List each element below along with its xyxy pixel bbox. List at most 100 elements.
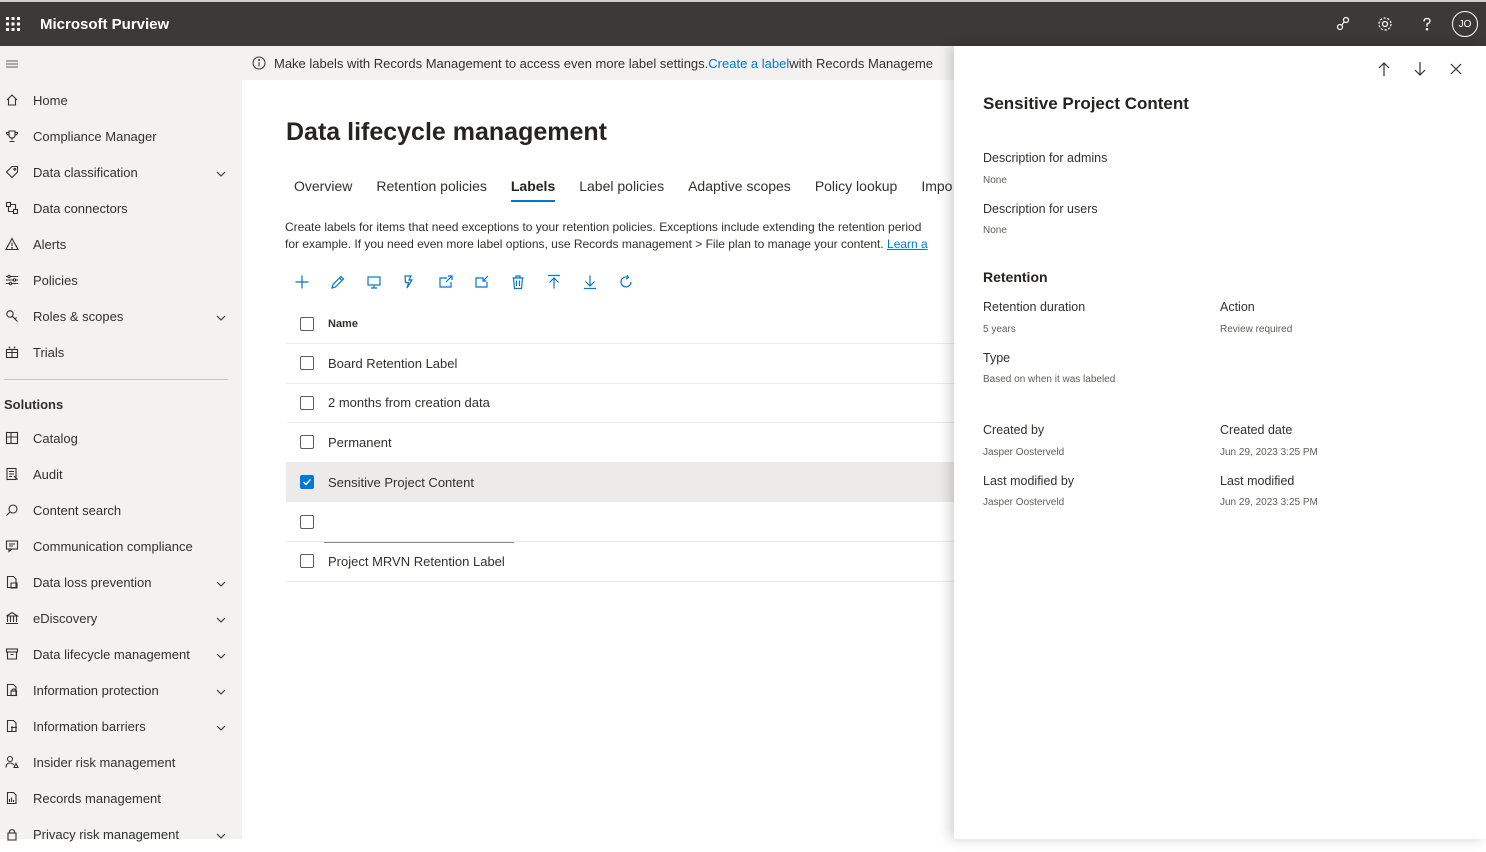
sidebar-item-audit[interactable]: Audit (0, 456, 242, 492)
row-checkbox[interactable] (300, 554, 314, 569)
description-line-2: for example. If you need even more label… (285, 237, 888, 251)
tab-retention-policies[interactable]: Retention policies (368, 174, 495, 202)
add-icon[interactable] (294, 272, 330, 292)
label-name[interactable]: Permanent (328, 435, 392, 450)
chevron-down-icon[interactable] (216, 829, 226, 839)
tab-impo[interactable]: Impo (913, 174, 954, 202)
sidebar-item-label: Privacy risk management (33, 826, 179, 842)
upload-icon[interactable] (546, 272, 582, 292)
page-title: Data lifecycle management (286, 118, 607, 146)
tab-adaptive-scopes[interactable]: Adaptive scopes (680, 174, 799, 202)
edit-icon[interactable] (330, 272, 366, 292)
sidebar-item-catalog[interactable]: Catalog (0, 420, 242, 456)
select-all-checkbox[interactable] (300, 316, 314, 331)
tab-policy-lookup[interactable]: Policy lookup (807, 174, 906, 202)
table-row[interactable]: Permanent (286, 423, 954, 463)
user-avatar[interactable]: JO (1452, 11, 1478, 37)
help-icon[interactable] (1406, 2, 1448, 46)
top-bar: Microsoft Purview JO (0, 0, 1486, 46)
created-date-label: Created date (1220, 423, 1293, 437)
sidebar-item-label: Records management (33, 790, 161, 806)
sidebar-item-compliance-manager[interactable]: Compliance Manager (0, 118, 242, 154)
tab-label-policies[interactable]: Label policies (571, 174, 672, 202)
created-date-value: Jun 29, 2023 3:25 PM (1220, 447, 1318, 458)
labels-table: Name Board Retention Label 2 months from c… (286, 304, 954, 582)
chevron-down-icon[interactable] (216, 649, 226, 659)
table-row[interactable]: Project MRVN Retention Label (286, 542, 954, 582)
table-row[interactable]: 2 months from creation data (286, 384, 954, 424)
modified-date-label: Last modified (1220, 474, 1295, 488)
table-row[interactable]: Sensitive Project Content (286, 462, 954, 503)
sidebar-item-ediscovery[interactable]: eDiscovery (0, 600, 242, 636)
table-row[interactable]: Board Retention Label (286, 344, 954, 384)
sidebar-item-label: Information protection (33, 682, 159, 698)
sidebar-item-policies[interactable]: Policies (0, 262, 242, 298)
chevron-down-icon[interactable] (216, 167, 226, 177)
retention-duration-label: Retention duration (983, 300, 1086, 314)
chevron-down-icon[interactable] (216, 311, 226, 321)
row-checkbox[interactable] (300, 395, 314, 410)
share-icon[interactable] (1322, 2, 1364, 46)
row-checkbox[interactable] (300, 356, 314, 371)
app-launcher-icon[interactable] (2, 13, 24, 35)
sidebar-item-label: Data loss prevention (33, 574, 152, 590)
sidebar-item-records-management[interactable]: Records management (0, 780, 242, 816)
sidebar-item-data-loss-prevention[interactable]: Data loss prevention (0, 564, 242, 600)
desc-users-value: None (983, 225, 1007, 236)
main-content: Make labels with Records Management to a… (242, 46, 954, 839)
export-icon[interactable] (438, 272, 474, 292)
tab-overview[interactable]: Overview (286, 174, 360, 202)
label-name[interactable]: Project MRVN Retention Label (328, 554, 505, 569)
refresh-icon[interactable] (618, 272, 654, 292)
desc-admins-label: Description for admins (983, 151, 1108, 165)
sidebar-item-data-classification[interactable]: Data classification (0, 154, 242, 190)
sidebar-item-content-search[interactable]: Content search (0, 492, 242, 528)
table-row[interactable] (286, 502, 954, 543)
sidebar-item-data-lifecycle-management[interactable]: Data lifecycle management (0, 636, 242, 672)
chevron-down-icon[interactable] (216, 577, 226, 587)
sidebar-item-insider-risk-management[interactable]: Insider risk management (0, 744, 242, 780)
sidebar-item-communication-compliance[interactable]: Communication compliance (0, 528, 242, 564)
table-header-row: Name (286, 304, 954, 344)
trophy-icon (4, 128, 20, 144)
sidebar-item-trials[interactable]: Trials (0, 334, 242, 370)
sidebar-item-alerts[interactable]: Alerts (0, 226, 242, 262)
label-name[interactable]: Board Retention Label (328, 356, 457, 371)
sidebar-item-information-barriers[interactable]: Information barriers (0, 708, 242, 744)
chevron-down-icon[interactable] (216, 721, 226, 731)
hamburger-icon[interactable] (4, 56, 20, 72)
column-header-name[interactable]: Name (328, 318, 358, 330)
sidebar-divider (4, 379, 228, 380)
chevron-down-icon[interactable] (216, 613, 226, 623)
sidebar-item-information-protection[interactable]: Information protection (0, 672, 242, 708)
row-checkbox[interactable] (300, 435, 314, 450)
page-description: Create labels for items that need except… (285, 219, 954, 253)
row-checkbox[interactable] (300, 475, 314, 490)
sidebar-item-label: Content search (33, 502, 122, 518)
sidebar-item-label: Data lifecycle management (33, 646, 190, 662)
publish-icon[interactable] (402, 272, 438, 292)
close-icon[interactable] (1438, 60, 1474, 78)
label-name[interactable]: Sensitive Project Content (328, 475, 474, 490)
learn-more-link[interactable]: Learn a (887, 237, 928, 251)
search-icon (4, 502, 20, 518)
next-item-icon[interactable] (1402, 60, 1438, 78)
download-icon[interactable] (582, 272, 618, 292)
delete-icon[interactable] (510, 272, 546, 292)
label-name[interactable]: 2 months from creation data (328, 395, 490, 410)
gear-icon[interactable] (1364, 2, 1406, 46)
app-title[interactable]: Microsoft Purview (40, 16, 169, 33)
sidebar-item-data-connectors[interactable]: Data connectors (0, 190, 242, 226)
tab-labels[interactable]: Labels (503, 174, 563, 202)
sidebar-item-roles-scopes[interactable]: Roles & scopes (0, 298, 242, 334)
sidebar-item-privacy-risk-management[interactable]: Privacy risk management (0, 816, 242, 852)
import-icon[interactable] (474, 272, 510, 292)
row-checkbox[interactable] (300, 514, 314, 529)
create-label-link[interactable]: Create a label (708, 56, 789, 71)
sidebar-item-label: Catalog (33, 430, 78, 446)
previous-item-icon[interactable] (1366, 60, 1402, 78)
view-icon[interactable] (366, 272, 402, 292)
left-navigation: Home Compliance Manager Data classificatio… (0, 46, 242, 842)
sidebar-item-home[interactable]: Home (0, 82, 242, 118)
chevron-down-icon[interactable] (216, 685, 226, 695)
